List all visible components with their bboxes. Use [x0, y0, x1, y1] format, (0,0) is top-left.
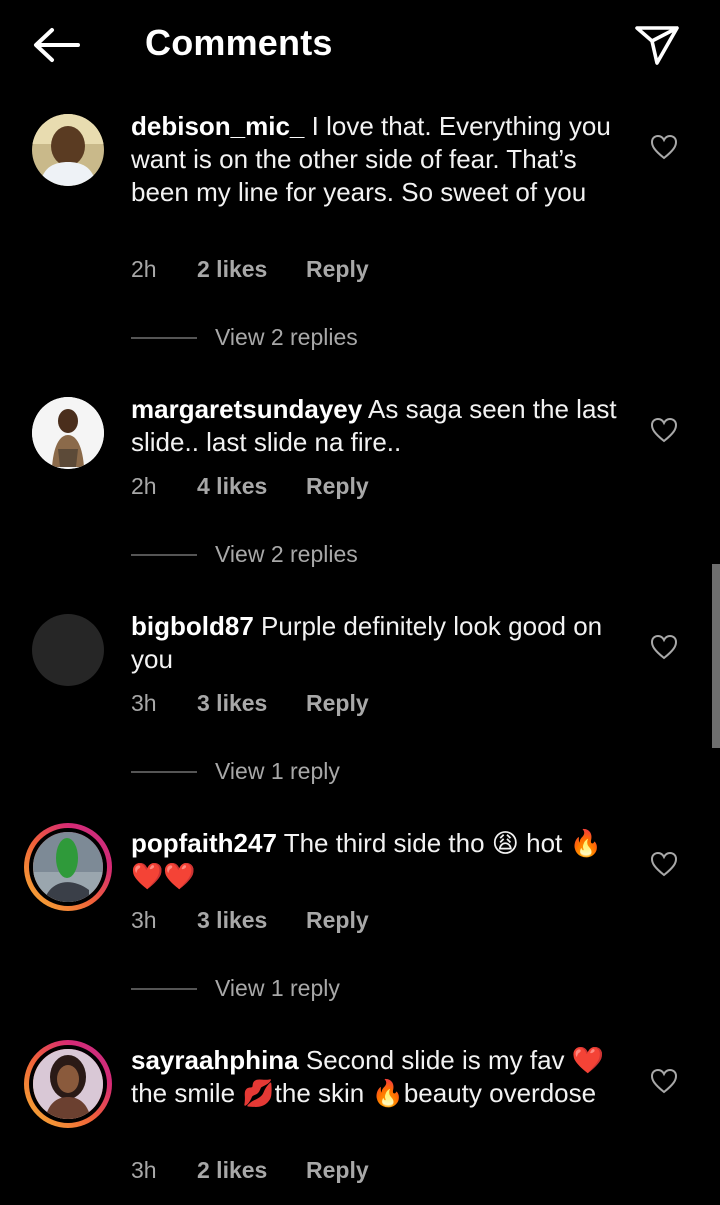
reply-button[interactable]: Reply: [306, 1157, 369, 1184]
likes-count[interactable]: 2 likes: [197, 1157, 306, 1184]
likes-count[interactable]: 2 likes: [197, 256, 306, 283]
comment-text: popfaith247 The third side tho 😩 hot 🔥❤️…: [131, 827, 626, 893]
username[interactable]: bigbold87: [131, 611, 254, 641]
comment-text: sayraahphina Second slide is my fav ❤️th…: [131, 1044, 626, 1110]
back-button[interactable]: [30, 24, 82, 66]
view-replies-button[interactable]: View 1 reply: [131, 758, 340, 785]
likes-count[interactable]: 3 likes: [197, 690, 306, 717]
view-replies-label: View 2 replies: [215, 324, 358, 350]
share-button[interactable]: [632, 22, 682, 68]
divider: [131, 987, 197, 990]
top-bar: Comments: [0, 0, 720, 90]
avatar[interactable]: [32, 614, 104, 686]
avatar[interactable]: [32, 397, 104, 469]
comment-time: 3h: [131, 690, 157, 716]
comment-time: 3h: [131, 1157, 157, 1183]
view-replies-label: View 2 replies: [215, 541, 358, 567]
likes-count[interactable]: 4 likes: [197, 473, 306, 500]
likes-count[interactable]: 3 likes: [197, 907, 306, 934]
avatar: [29, 828, 107, 906]
divider: [131, 336, 197, 339]
comment-text: margaretsundayey As saga seen the last s…: [131, 393, 626, 459]
view-replies-button[interactable]: View 1 reply: [131, 975, 340, 1002]
view-replies-label: View 1 reply: [215, 758, 340, 784]
username[interactable]: debison_mic_: [131, 111, 304, 141]
view-replies-button[interactable]: View 2 replies: [131, 541, 358, 568]
view-replies-label: View 1 reply: [215, 975, 340, 1001]
username[interactable]: margaretsundayey: [131, 394, 362, 424]
heart-icon[interactable]: [650, 417, 678, 443]
avatar-photo: [33, 832, 103, 902]
comment-meta: 2h 4 likes Reply: [131, 473, 369, 500]
comment-time: 2h: [131, 256, 157, 282]
reply-button[interactable]: Reply: [306, 690, 369, 717]
paper-plane-icon: [635, 26, 679, 65]
comment-text: debison_mic_ I love that. Everything you…: [131, 110, 626, 209]
comment-time: 3h: [131, 907, 157, 933]
arrow-left-icon: [34, 28, 80, 62]
heart-icon[interactable]: [650, 1068, 678, 1094]
divider: [131, 770, 197, 773]
avatar-story-ring[interactable]: [24, 823, 112, 911]
avatar-photo: [33, 1049, 103, 1119]
avatar-photo: [32, 397, 104, 469]
avatar[interactable]: [32, 114, 104, 186]
comment-meta: 3h 3 likes Reply: [131, 907, 369, 934]
reply-button[interactable]: Reply: [306, 907, 369, 934]
comment-meta: 3h 2 likes Reply: [131, 1157, 369, 1184]
avatar-photo: [32, 114, 104, 186]
username[interactable]: popfaith247: [131, 828, 277, 858]
reply-button[interactable]: Reply: [306, 256, 369, 283]
reply-button[interactable]: Reply: [306, 473, 369, 500]
divider: [131, 553, 197, 556]
avatar-story-ring[interactable]: [24, 1040, 112, 1128]
comment-meta: 2h 2 likes Reply: [131, 256, 369, 283]
avatar: [29, 1045, 107, 1123]
comment-text: bigbold87 Purple definitely look good on…: [131, 610, 626, 676]
heart-icon[interactable]: [650, 634, 678, 660]
heart-icon[interactable]: [650, 851, 678, 877]
username[interactable]: sayraahphina: [131, 1045, 299, 1075]
comment-meta: 3h 3 likes Reply: [131, 690, 369, 717]
page-title: Comments: [145, 22, 333, 63]
comment-time: 2h: [131, 473, 157, 499]
view-replies-button[interactable]: View 2 replies: [131, 324, 358, 351]
scrollbar[interactable]: [712, 564, 720, 748]
heart-icon[interactable]: [650, 134, 678, 160]
